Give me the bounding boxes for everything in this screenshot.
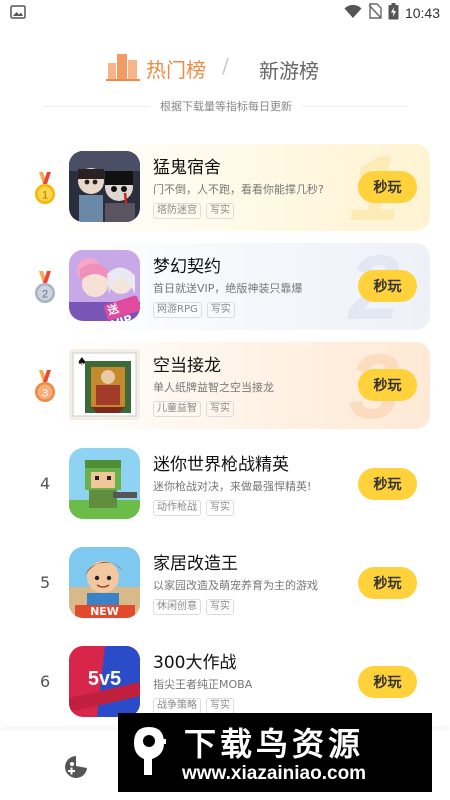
play-button[interactable]: 秒玩	[358, 270, 417, 302]
game-controller-icon[interactable]	[63, 754, 89, 782]
app-icon[interactable]	[69, 151, 140, 222]
tag-list: 动作枪战 写实	[153, 500, 234, 516]
tag: 塔防迷宫	[153, 203, 201, 219]
rank-medal-gold: 1	[30, 172, 60, 208]
tag-list: 网游RPG 写实	[153, 302, 235, 318]
status-bar: 10:43	[0, 0, 450, 26]
tag: 网游RPG	[153, 302, 202, 318]
icon-badge: 5v5	[87, 668, 122, 690]
building-chart-icon	[106, 51, 140, 85]
game-description: 以家园改造及萌宠养育为主的游戏	[153, 579, 318, 592]
app-icon[interactable]: 送VIP	[69, 250, 140, 321]
watermark-logo	[134, 727, 166, 775]
play-button[interactable]: 秒玩	[358, 666, 417, 698]
rank-medal-bronze: 3	[30, 370, 60, 406]
rank-number: 6	[40, 672, 51, 691]
game-list: 1 1 猛鬼宿舍 门不倒，人不跑，看看你能撑几秒? 塔防迷宫	[0, 143, 450, 738]
game-description: 首日就送VIP，绝版神装只靠爆	[153, 282, 303, 295]
tag: 动作枪战	[153, 500, 201, 516]
game-title[interactable]: 梦幻契约	[153, 252, 221, 277]
icon-badge: NEW	[90, 605, 119, 618]
game-row[interactable]: 4 迷你世界枪战精英 迷你枪战对决，来做最强悍精英! 动作枪战 写实 秒玩	[0, 441, 450, 540]
app-icon[interactable]: ♠	[69, 349, 140, 420]
game-title[interactable]: 300大作战	[153, 648, 236, 673]
play-button[interactable]: 秒玩	[358, 171, 417, 203]
rank-medal-silver: 2	[30, 271, 60, 307]
tag: 休闲创意	[153, 599, 201, 615]
app-icon[interactable]	[69, 448, 140, 519]
game-description: 指尖王者纯正MOBA	[153, 678, 253, 691]
update-note-text: 根据下载量等指标每日更新	[160, 100, 292, 113]
rank-number: 3	[42, 388, 48, 400]
watermark: 下载鸟资源 www.xiazainiao.com	[118, 713, 432, 792]
tag: 儿童益智	[153, 401, 201, 417]
tag: 写实	[206, 401, 234, 417]
game-title[interactable]: 猛鬼宿舍	[153, 153, 221, 178]
game-title[interactable]: 家居改造王	[153, 549, 238, 574]
tab-new[interactable]: 新游榜	[259, 55, 319, 84]
game-row[interactable]: 5 NEW 家居改造王 以家园改造及萌宠养育为主的游戏 休闲创意 写实 秒玩	[0, 540, 450, 639]
tab-hot-label: 热门榜	[146, 57, 206, 82]
game-row[interactable]: 2 2 送VIP 梦幻契约 首日就送VIP，绝版神装只靠爆	[0, 242, 450, 342]
app-icon[interactable]: 5v5	[69, 646, 140, 717]
rank-number: 5	[40, 573, 51, 592]
tag-list: 塔防迷宫 写实	[153, 203, 234, 219]
tag-list: 战争策略 写实	[153, 698, 234, 714]
ranking-tabs: 热门榜 / 新游榜	[0, 46, 450, 90]
tag: 写实	[206, 203, 234, 219]
watermark-url: www.xiazainiao.com	[182, 763, 367, 784]
wifi-icon	[344, 4, 362, 23]
game-title[interactable]: 迷你世界枪战精英	[153, 450, 289, 475]
tag-list: 儿童益智 写实	[153, 401, 234, 417]
tag: 战争策略	[153, 698, 201, 714]
tag: 写实	[206, 500, 234, 516]
divider	[302, 105, 408, 107]
play-button[interactable]: 秒玩	[358, 567, 417, 599]
play-button[interactable]: 秒玩	[358, 468, 417, 500]
rank-number: 1	[42, 190, 48, 202]
image-icon	[10, 4, 26, 23]
game-description: 迷你枪战对决，来做最强悍精英!	[153, 480, 312, 493]
watermark-title: 下载鸟资源	[184, 725, 365, 763]
battery-charging-icon	[388, 2, 399, 24]
game-row[interactable]: 1 1 猛鬼宿舍 门不倒，人不跑，看看你能撑几秒? 塔防迷宫	[0, 143, 450, 243]
app-icon[interactable]: NEW	[69, 547, 140, 618]
divider	[44, 105, 150, 107]
game-description: 门不倒，人不跑，看看你能撑几秒?	[153, 183, 324, 196]
game-description: 单人纸牌益智之空当接龙	[153, 381, 274, 394]
rank-number: 4	[40, 474, 51, 493]
update-note: 根据下载量等指标每日更新	[44, 96, 408, 116]
play-button[interactable]: 秒玩	[358, 369, 417, 401]
tag: 写实	[206, 599, 234, 615]
status-time: 10:43	[404, 5, 440, 21]
rank-number: 2	[42, 289, 48, 301]
no-sim-icon	[368, 3, 382, 23]
tag: 写实	[206, 302, 235, 318]
tag: 写实	[206, 698, 234, 714]
tab-separator: /	[222, 54, 229, 78]
tag-list: 休闲创意 写实	[153, 599, 234, 615]
game-title[interactable]: 空当接龙	[153, 351, 221, 376]
tab-hot[interactable]: 热门榜	[106, 46, 206, 90]
game-row[interactable]: 3 3 ♠ 空当接龙 单人纸牌益智之空当接龙 儿童益智 写实	[0, 341, 450, 441]
